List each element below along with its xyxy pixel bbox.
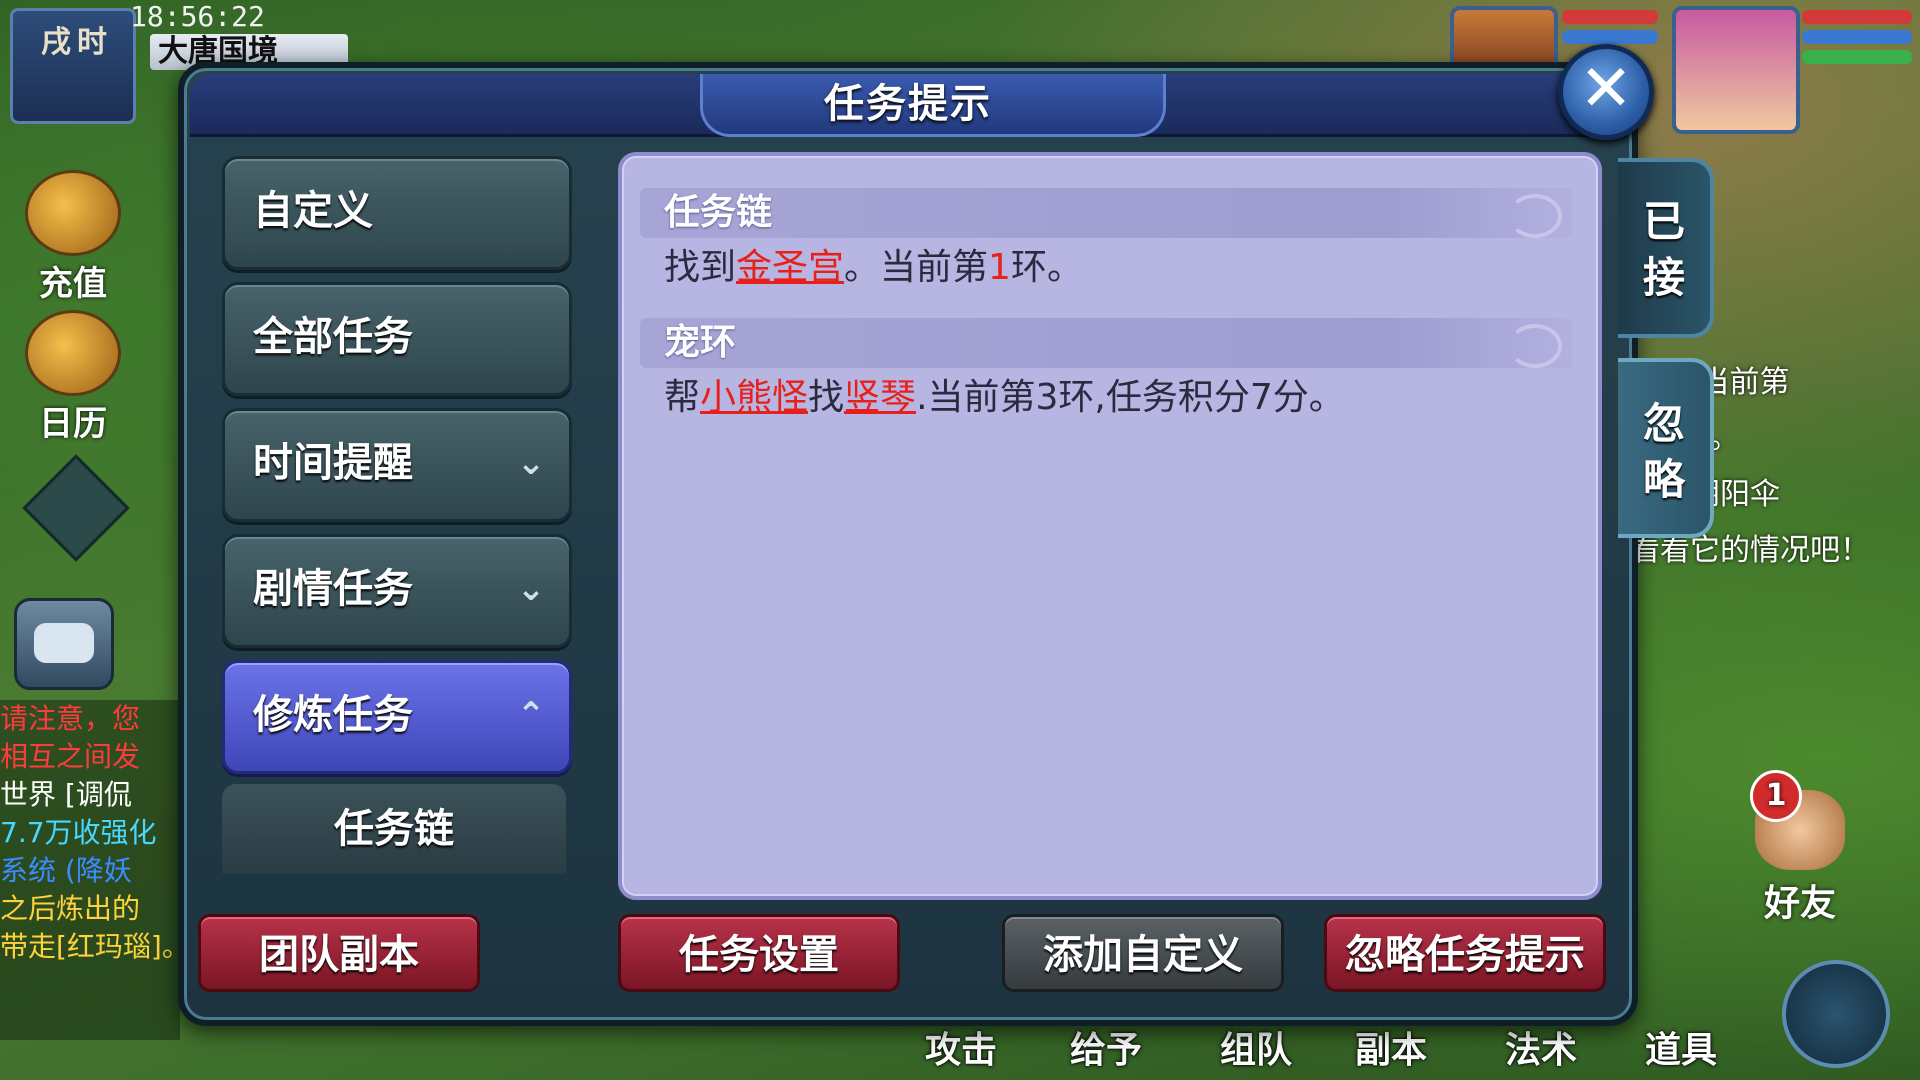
items-button[interactable]: 道具 (1645, 1021, 1717, 1073)
task-header-label: 宠环 (664, 322, 737, 363)
player-portrait[interactable] (1672, 6, 1800, 134)
swirl-ornament-icon (1508, 324, 1562, 368)
chat-line: 世界 [调侃 (0, 778, 132, 811)
pet-hp-bar (1562, 10, 1658, 24)
chat-line: 之后炼出的 (0, 892, 141, 925)
category-cultivation-tasks[interactable]: 修炼任务 ⌃ (222, 660, 572, 774)
category-label: 全部任务 (253, 314, 413, 360)
team-button[interactable]: 组队 (1220, 1021, 1292, 1073)
category-label: 时间提醒 (253, 440, 413, 486)
give-button[interactable]: 给予 (1070, 1021, 1142, 1073)
dialog-title-bar: 任务提示 (190, 74, 1626, 137)
player-mp-bar (1802, 30, 1912, 44)
subcategory-task-chain[interactable]: 任务链 (222, 784, 566, 874)
chat-button[interactable] (14, 598, 114, 690)
player-hp-bar (1802, 10, 1912, 24)
collapse-toggle-icon[interactable] (22, 454, 130, 562)
close-button[interactable]: ✕ (1558, 44, 1654, 140)
chat-line: 7.7万收强化 (0, 816, 157, 849)
attack-button[interactable]: 攻击 (925, 1021, 997, 1073)
category-time-reminder[interactable]: 时间提醒 ⌄ (222, 408, 572, 522)
chat-bubble-icon (34, 623, 94, 663)
round-number: 1 (988, 247, 1011, 288)
ignore-task-tips-button[interactable]: 忽略任务提示 (1324, 914, 1606, 992)
calendar-label: 日历 (39, 404, 107, 444)
tab-accepted[interactable]: 已 接 (1618, 158, 1714, 338)
chevron-down-icon: ⌄ (516, 569, 546, 609)
category-label: 修炼任务 (253, 692, 413, 738)
recharge-label: 充值 (39, 264, 107, 304)
friend-notification-badge: 1 (1750, 770, 1802, 822)
npc-link[interactable]: 小熊怪 (700, 377, 808, 418)
tab-ignored[interactable]: 忽 略 (1618, 358, 1714, 538)
tab-char: 接 (1642, 253, 1685, 302)
task-description: 帮小熊怪找竖琴.当前第3环,任务积分7分。 (664, 374, 1345, 422)
pet-mp-bar (1562, 30, 1658, 44)
spell-button[interactable]: 法术 (1505, 1021, 1577, 1073)
close-icon: ✕ (1579, 52, 1633, 126)
chat-log[interactable]: 请注意，您 相互之间发 世界 [调侃 7.7万收强化 系统 (降妖 之后炼出的 … (0, 700, 180, 1040)
treasure-chest-icon (25, 170, 121, 256)
refresh-icon[interactable] (1782, 960, 1890, 1068)
category-story-tasks[interactable]: 剧情任务 ⌄ (222, 534, 572, 648)
player-exp-bar (1802, 50, 1912, 64)
chat-line: 系统 (降妖 (0, 854, 132, 887)
tab-char: 忽 (1642, 399, 1685, 448)
task-text: 帮 (664, 377, 701, 418)
tab-char: 略 (1642, 455, 1685, 504)
time-of-day-badge: 戌时 (10, 8, 136, 124)
category-custom[interactable]: 自定义 (222, 156, 572, 270)
team-dungeon-button[interactable]: 团队副本 (198, 914, 480, 992)
task-text: 找 (808, 377, 845, 418)
task-content-panel: 任务链 找到金圣宫。当前第1环。 宠环 帮小熊怪找竖琴.当前第3环,任务积分7分… (618, 152, 1602, 900)
task-text: 。当前第 (844, 247, 989, 288)
task-header-label: 任务链 (664, 192, 773, 233)
task-text: 环。 (1010, 247, 1083, 288)
tab-char: 已 (1642, 197, 1685, 246)
dialog-title: 任务提示 (824, 81, 992, 127)
task-header: 宠环 (640, 318, 1572, 368)
add-custom-button[interactable]: 添加自定义 (1002, 914, 1284, 992)
npc-link[interactable]: 金圣宫 (736, 247, 844, 288)
clock-time: 18:56:22 (130, 0, 265, 33)
task-settings-button[interactable]: 任务设置 (618, 914, 900, 992)
chat-line: 相互之间发 (0, 740, 141, 773)
calendar-icon (25, 310, 121, 396)
friends-button[interactable]: 1 好友 (1740, 770, 1860, 924)
task-header: 任务链 (640, 188, 1572, 238)
dungeon-button[interactable]: 副本 (1355, 1021, 1427, 1073)
task-text: 找到 (664, 247, 737, 288)
friends-label: 好友 (1763, 883, 1836, 924)
category-all-tasks[interactable]: 全部任务 (222, 282, 572, 396)
chat-line: 请注意，您 (0, 702, 141, 735)
task-text: .当前第3环,任务积分7分。 (916, 377, 1345, 418)
shichen-label: 戌时 (41, 25, 113, 60)
category-label: 自定义 (253, 188, 373, 234)
recharge-button[interactable]: 充值 (18, 170, 128, 305)
item-link[interactable]: 竖琴 (844, 377, 916, 418)
calendar-button[interactable]: 日历 (18, 310, 128, 445)
chat-line: 带走[红玛瑙]。 (0, 930, 180, 963)
category-label: 剧情任务 (253, 566, 413, 612)
task-description: 找到金圣宫。当前第1环。 (664, 244, 1083, 292)
swirl-ornament-icon (1508, 194, 1562, 238)
task-tips-dialog: 任务提示 ✕ 自定义 全部任务 时间提醒 ⌄ 剧情任务 ⌄ 修炼任务 ⌃ 任务链… (178, 44, 1714, 1026)
chevron-up-icon: ⌃ (516, 695, 546, 735)
chevron-down-icon: ⌄ (516, 443, 546, 483)
